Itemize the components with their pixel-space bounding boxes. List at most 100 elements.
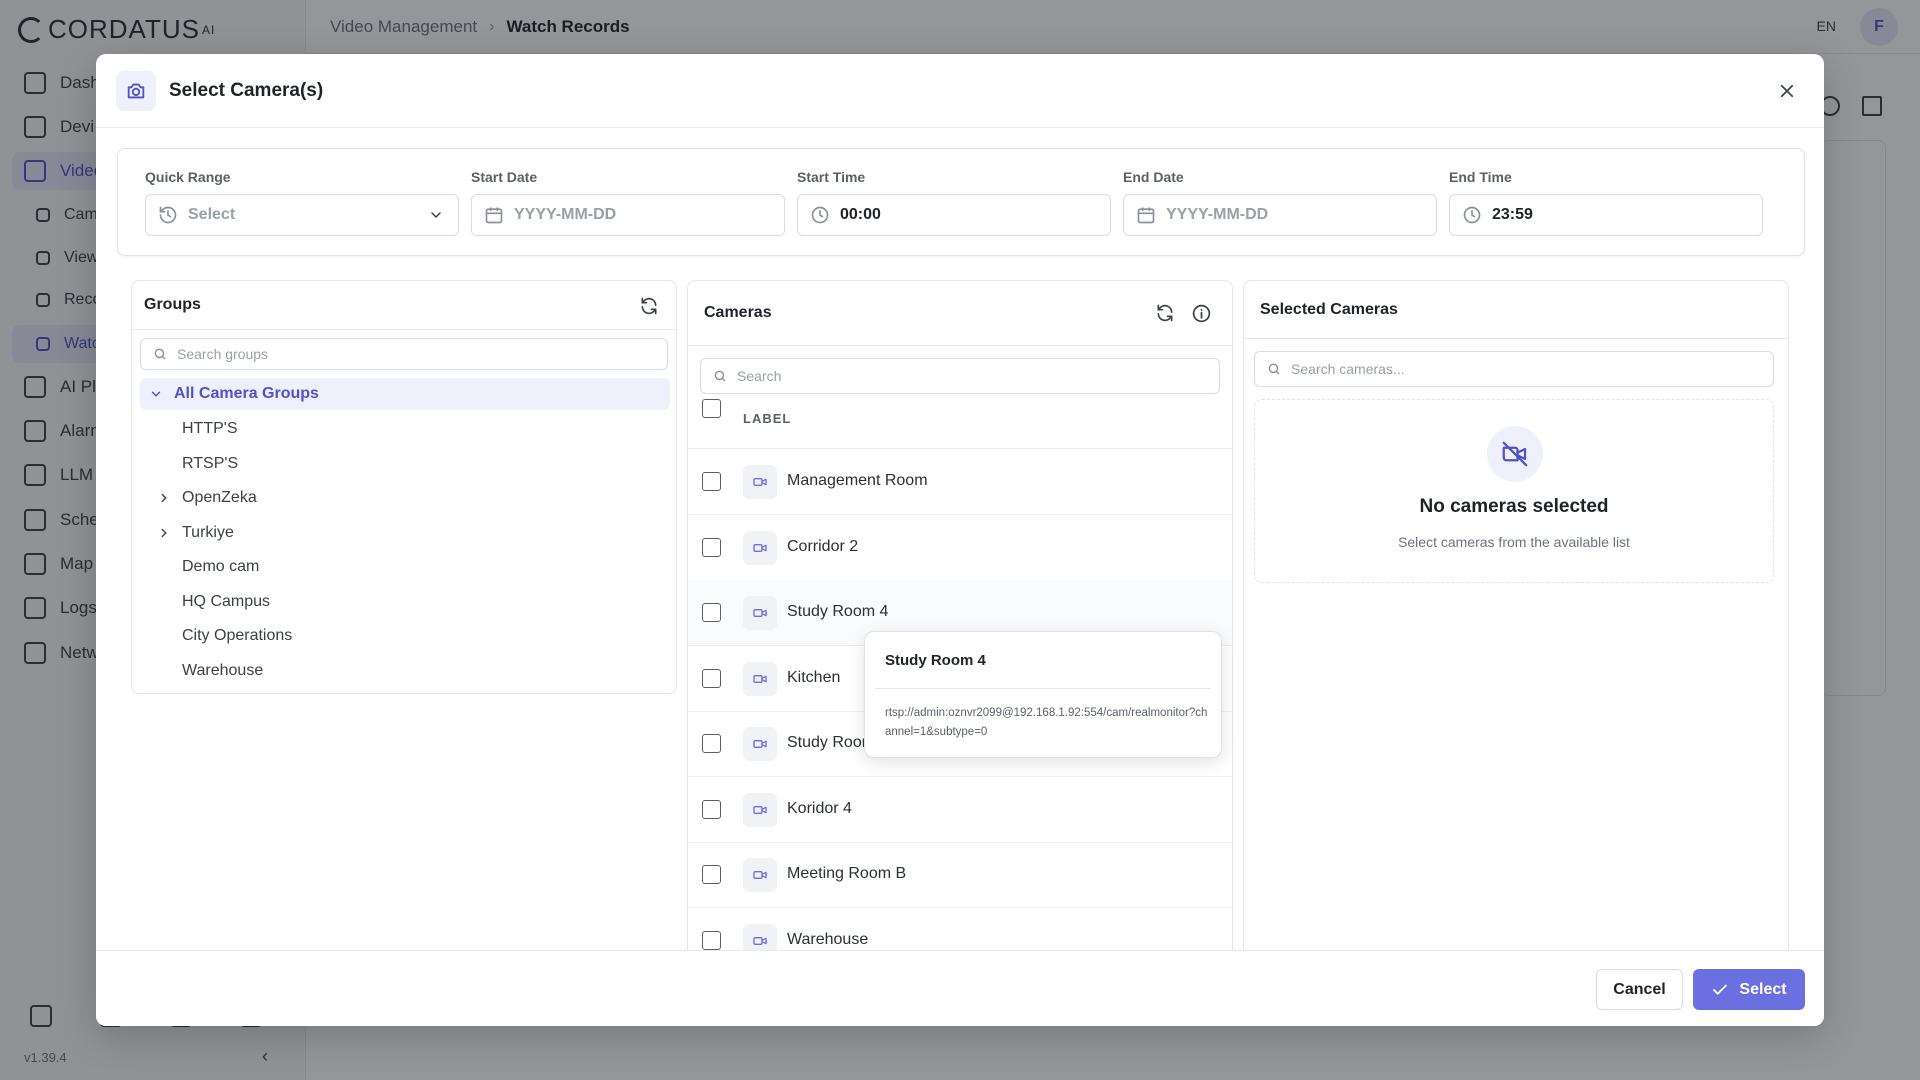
end-time-value: 23:59 bbox=[1492, 206, 1533, 223]
start-date-placeholder: YYYY-MM-DD bbox=[514, 206, 617, 223]
start-time-input[interactable]: 00:00 bbox=[797, 194, 1111, 236]
start-date-input[interactable]: YYYY-MM-DD bbox=[471, 194, 785, 236]
groups-panel: Groups Search groups All Camera Groups H… bbox=[131, 280, 677, 694]
calendar-icon bbox=[484, 205, 504, 225]
row-checkbox[interactable] bbox=[702, 538, 721, 557]
end-date-input[interactable]: YYYY-MM-DD bbox=[1123, 194, 1437, 236]
video-camera-icon bbox=[743, 596, 777, 630]
search-icon bbox=[1267, 362, 1281, 376]
group-item[interactable]: HQ Campus bbox=[140, 586, 670, 618]
group-item[interactable]: City Operations bbox=[140, 620, 670, 652]
table-row[interactable]: Management Room bbox=[688, 449, 1232, 515]
refresh-cameras-icon[interactable] bbox=[1154, 302, 1176, 324]
group-item[interactable]: Demo cam bbox=[140, 551, 670, 583]
group-item[interactable]: OpenZeka bbox=[140, 482, 670, 514]
camera-label: Management Room bbox=[787, 472, 928, 489]
empty-state-title: No cameras selected bbox=[1419, 496, 1609, 517]
table-row[interactable]: Meeting Room B bbox=[688, 842, 1232, 908]
cameras-panel: Cameras Search LABEL Management Room Cor… bbox=[687, 280, 1233, 970]
cameras-panel-header: Cameras bbox=[688, 281, 1232, 346]
table-row[interactable]: Corridor 2 bbox=[688, 515, 1232, 581]
end-date-placeholder: YYYY-MM-DD bbox=[1166, 206, 1269, 223]
cancel-button[interactable]: Cancel bbox=[1596, 969, 1683, 1010]
cameras-table-header: LABEL bbox=[688, 399, 1232, 449]
search-groups-placeholder: Search groups bbox=[177, 346, 269, 362]
quick-range-label: Quick Range bbox=[145, 169, 231, 185]
row-checkbox[interactable] bbox=[702, 472, 721, 491]
camera-label: Koridor 4 bbox=[787, 800, 852, 817]
group-label: All Camera Groups bbox=[174, 385, 319, 402]
empty-state-subtitle: Select cameras from the available list bbox=[1398, 534, 1630, 550]
groups-title: Groups bbox=[144, 296, 201, 313]
group-item[interactable]: Turkiye bbox=[140, 517, 670, 549]
modal-title: Select Camera(s) bbox=[169, 79, 324, 101]
group-label: HQ Campus bbox=[182, 593, 271, 610]
group-label: Demo cam bbox=[182, 558, 260, 575]
end-time-label: End Time bbox=[1449, 169, 1512, 185]
video-off-icon bbox=[1487, 426, 1543, 482]
camera-tooltip: Study Room 4 rtsp://admin:oznvr2099@192.… bbox=[864, 631, 1222, 758]
select-cameras-modal: Select Camera(s) Quick Range Select Star… bbox=[96, 54, 1824, 1026]
search-selected-cameras-input[interactable]: Search cameras... bbox=[1254, 351, 1774, 387]
camera-label: Study Roor bbox=[787, 734, 868, 751]
clock-icon bbox=[810, 205, 830, 225]
search-cameras-placeholder: Search bbox=[737, 368, 782, 384]
group-item[interactable]: RTSP'S bbox=[140, 448, 670, 480]
row-checkbox[interactable] bbox=[702, 865, 721, 884]
search-groups-input[interactable]: Search groups bbox=[140, 338, 668, 370]
row-checkbox[interactable] bbox=[702, 800, 721, 819]
close-icon[interactable] bbox=[1772, 76, 1802, 106]
end-date-field: End Date YYYY-MM-DD bbox=[1123, 169, 1437, 236]
group-item[interactable]: HTTP'S bbox=[140, 413, 670, 445]
camera-label: Corridor 2 bbox=[787, 538, 859, 555]
column-label: LABEL bbox=[743, 411, 792, 426]
group-label: Turkiye bbox=[182, 524, 234, 541]
row-checkbox[interactable] bbox=[702, 931, 721, 950]
group-all-camera-groups[interactable]: All Camera Groups bbox=[140, 378, 670, 410]
quick-range-select[interactable]: Select bbox=[145, 194, 459, 236]
clock-icon bbox=[1462, 205, 1482, 225]
end-time-field: End Time 23:59 bbox=[1449, 169, 1763, 236]
tooltip-title: Study Room 4 bbox=[885, 652, 986, 669]
tooltip-stream-url: rtsp://admin:oznvr2099@192.168.1.92:554/… bbox=[885, 707, 1208, 738]
quick-range-field: Quick Range Select bbox=[145, 169, 459, 236]
row-checkbox[interactable] bbox=[702, 734, 721, 753]
group-label: City Operations bbox=[182, 627, 293, 644]
search-selected-placeholder: Search cameras... bbox=[1291, 361, 1405, 377]
date-filter-bar: Quick Range Select Start Date YYYY-MM-DD bbox=[117, 148, 1805, 256]
quick-range-value: Select bbox=[188, 206, 236, 223]
chevron-right-icon[interactable] bbox=[156, 491, 172, 505]
group-label: RTSP'S bbox=[182, 455, 239, 472]
cameras-title: Cameras bbox=[704, 304, 772, 321]
select-button[interactable]: Select bbox=[1693, 969, 1805, 1010]
chevron-right-icon[interactable] bbox=[156, 526, 172, 540]
end-date-label: End Date bbox=[1123, 169, 1184, 185]
search-icon bbox=[713, 369, 727, 383]
tooltip-divider bbox=[875, 688, 1211, 689]
video-camera-icon bbox=[743, 662, 777, 696]
end-time-input[interactable]: 23:59 bbox=[1449, 194, 1763, 236]
refresh-groups-icon[interactable] bbox=[638, 295, 660, 317]
camera-label: Warehouse bbox=[787, 931, 869, 948]
search-cameras-input[interactable]: Search bbox=[700, 358, 1220, 394]
camera-label: Kitchen bbox=[787, 669, 841, 686]
chevron-down-icon[interactable] bbox=[148, 387, 164, 401]
select-all-checkbox[interactable] bbox=[702, 399, 721, 418]
info-icon[interactable] bbox=[1190, 302, 1212, 324]
start-date-label: Start Date bbox=[471, 169, 538, 185]
table-row[interactable]: Koridor 4 bbox=[688, 777, 1232, 843]
chevron-down-icon bbox=[428, 207, 444, 223]
start-time-field: Start Time 00:00 bbox=[797, 169, 1111, 236]
calendar-icon bbox=[1136, 205, 1156, 225]
camera-icon bbox=[116, 70, 156, 111]
video-camera-icon bbox=[743, 531, 777, 565]
video-camera-icon bbox=[743, 858, 777, 892]
selected-cameras-title: Selected Cameras bbox=[1260, 300, 1398, 318]
video-camera-icon bbox=[743, 793, 777, 827]
modal-footer: Cancel Select bbox=[96, 950, 1824, 1026]
group-item[interactable]: Warehouse bbox=[140, 655, 670, 687]
empty-state: No cameras selected Select cameras from … bbox=[1254, 399, 1774, 583]
group-label: HTTP'S bbox=[182, 420, 238, 437]
row-checkbox[interactable] bbox=[702, 669, 721, 688]
row-checkbox[interactable] bbox=[702, 603, 721, 622]
